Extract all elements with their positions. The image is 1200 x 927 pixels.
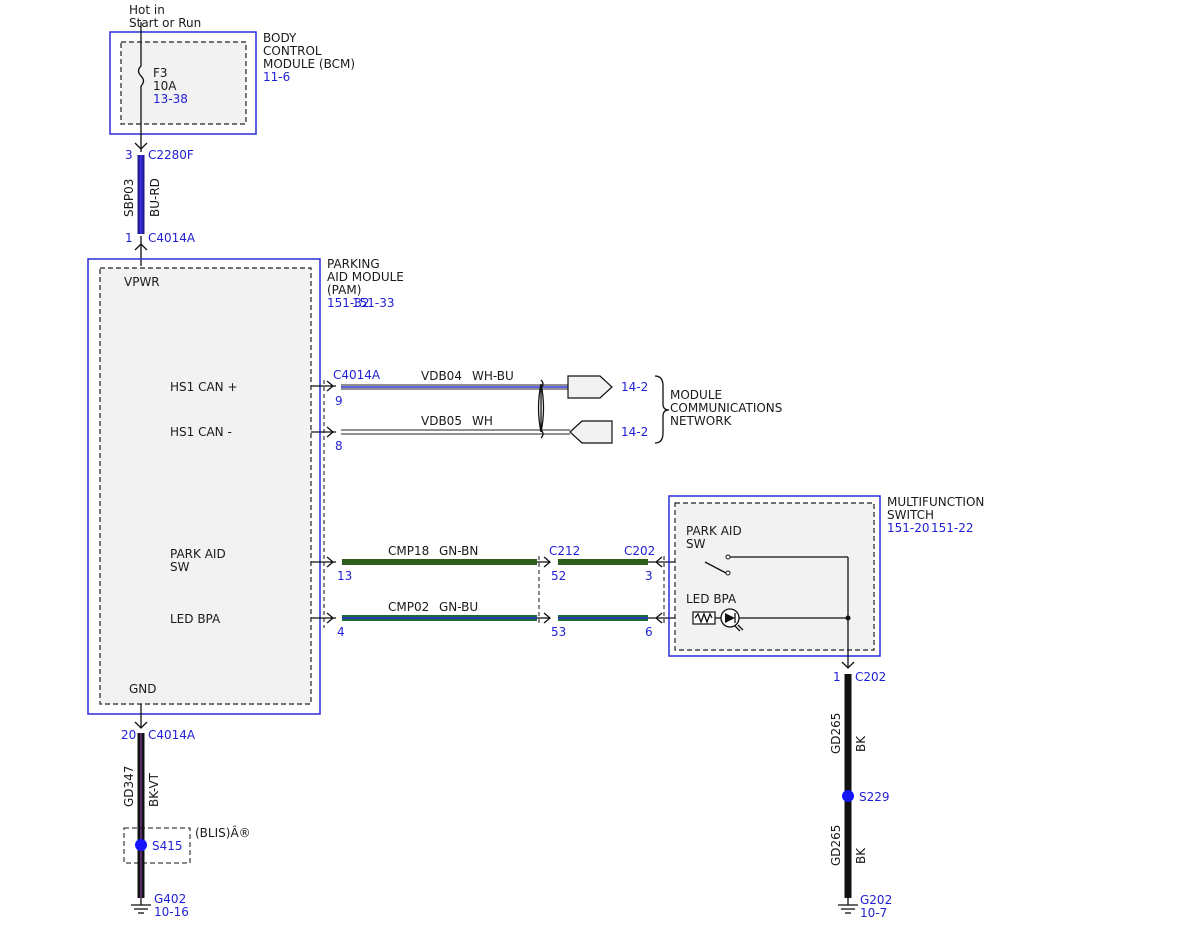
circuit-vdb05: VDB05 <box>421 414 462 428</box>
bcm-ref[interactable]: 11-6 <box>263 70 290 84</box>
fuse-name: F3 <box>153 66 168 80</box>
pin-13-label: 13 <box>337 569 352 583</box>
pam-name-1: PARKING <box>327 257 380 271</box>
vdb05-page-connector-icon <box>569 420 613 444</box>
pam-name-2: AID MODULE <box>327 270 404 284</box>
circuit-sbp03: SBP03 <box>122 179 136 217</box>
mfs-name-1: MULTIFUNCTION <box>887 495 984 509</box>
wire-cmp02: 4 CMP02 GN-BU 53 6 <box>337 556 693 639</box>
mfs-ref-1[interactable]: 151-20 <box>887 521 930 535</box>
pin-20-label: 20 <box>121 728 136 742</box>
color-bk-lower: BK <box>854 847 868 864</box>
color-bk-upper: BK <box>854 735 868 752</box>
circuit-cmp02: CMP02 <box>388 600 429 614</box>
connector-c4014a-ground: C4014A <box>148 728 196 742</box>
hs1-can-minus-label: HS1 CAN - <box>170 425 232 439</box>
connector-c4014a-top: C4014A <box>148 231 196 245</box>
hot-in-label: Hot in <box>129 3 165 17</box>
ground-g202-ref[interactable]: 10-7 <box>860 906 887 920</box>
bcm-name-1: BODY <box>263 31 297 45</box>
network-brace <box>654 375 670 444</box>
pin-8-label: 8 <box>335 439 343 453</box>
pin-4-label: 4 <box>337 625 345 639</box>
vpwr-label: VPWR <box>124 275 160 289</box>
color-bu-rd: BU-RD <box>148 178 162 217</box>
pam-led-bpa-label: LED BPA <box>170 612 221 626</box>
ground-g402-ref[interactable]: 10-16 <box>154 905 189 919</box>
bcm-name-3: MODULE (BCM) <box>263 57 355 71</box>
connector-c202-ground: C202 <box>855 670 886 684</box>
gnd-label: GND <box>129 682 157 696</box>
vdb04-page-connector-icon <box>567 375 613 399</box>
circuit-gd265-upper: GD265 <box>829 713 843 754</box>
splice-s415-label: S415 <box>152 839 183 853</box>
connector-c2280f: C2280F <box>148 148 194 162</box>
blis-option-label: (BLIS)Â® <box>195 825 251 840</box>
color-gn-bn: GN-BN <box>439 544 478 558</box>
connector-c202-switch: C202 <box>624 544 655 558</box>
connector-c4014a-can: C4014A <box>333 368 381 382</box>
pin-6-label: 6 <box>645 625 653 639</box>
color-gn-bu: GN-BU <box>439 600 478 614</box>
color-bk-vt: BK-VT <box>147 772 161 807</box>
splice-s415-dot <box>135 839 147 851</box>
wire-cmp18: 13 CMP18 GN-BN C212 52 C202 3 <box>337 544 705 583</box>
pin-52-label: 52 <box>551 569 566 583</box>
mfs-ref-2[interactable]: 151-22 <box>931 521 974 535</box>
network-label-2: COMMUNICATIONS <box>670 401 782 415</box>
circuit-cmp18: CMP18 <box>388 544 429 558</box>
pin-9-label: 9 <box>335 394 343 408</box>
hs1-can-plus-label: HS1 CAN + <box>170 380 238 394</box>
ground-g402-label: G402 <box>154 892 186 906</box>
mfs-name-2: SWITCH <box>887 508 934 522</box>
circuit-gd347: GD347 <box>122 766 136 807</box>
pam-park-aid-sw-2: SW <box>170 560 190 574</box>
ground-g202-label: G202 <box>860 893 892 907</box>
wire-gd347: 20 C4014A GD347 BK-VT (BLIS)Â® S415 G402… <box>121 704 251 919</box>
switch-contact-icon <box>725 554 731 560</box>
vdb04-ref[interactable]: 14-2 <box>621 380 648 394</box>
switch-contact-icon <box>725 570 731 576</box>
multifunction-switch: MULTIFUNCTION SWITCH 151-20 151-22 PARK … <box>668 495 984 669</box>
wire-gd265: 1 C202 GD265 BK S229 GD265 BK G202 10-7 <box>829 670 892 920</box>
mfs-park-aid-sw-2: SW <box>686 537 706 551</box>
connector-c212: C212 <box>549 544 580 558</box>
bcm-inner-box <box>120 41 247 125</box>
pam-park-aid-sw-1: PARK AID <box>170 547 226 561</box>
mfs-led-bpa-label: LED BPA <box>686 592 737 606</box>
pin-1-label: 1 <box>125 231 133 245</box>
splice-s229-label: S229 <box>859 790 890 804</box>
pin-53-label: 53 <box>551 625 566 639</box>
color-wh-bu: WH-BU <box>472 369 514 383</box>
pin-3-switch-label: 3 <box>645 569 653 583</box>
vdb05-ref[interactable]: 14-2 <box>621 425 648 439</box>
splice-s229-dot <box>842 790 854 802</box>
pin-3-label: 3 <box>125 148 133 162</box>
network-label-3: NETWORK <box>670 414 733 428</box>
circuit-vdb04: VDB04 <box>421 369 462 383</box>
circuit-gd265-lower: GD265 <box>829 825 843 866</box>
wiring-diagram: Hot in Start or Run BODY CONTROL MODULE … <box>87 3 984 920</box>
pin-1-c202-label: 1 <box>833 670 841 684</box>
pam-module: PARKING AID MODULE (PAM) 151-32 151-33 V… <box>87 257 404 715</box>
fuse-ref[interactable]: 13-38 <box>153 92 188 106</box>
can-network: C4014A 9 8 VDB04 WH-BU VDB05 WH 14-2 14-… <box>333 368 782 453</box>
start-or-run-label: Start or Run <box>129 16 201 30</box>
pam-inner-box <box>99 267 312 705</box>
wire-sbp03: 3 C2280F SBP03 BU-RD 1 C4014A <box>122 148 196 266</box>
pam-ref-2[interactable]: 151-33 <box>352 296 395 310</box>
network-label-1: MODULE <box>670 388 722 402</box>
fuse-rating: 10A <box>153 79 177 93</box>
junction-dot <box>845 615 851 621</box>
mfs-park-aid-sw-1: PARK AID <box>686 524 742 538</box>
color-wh: WH <box>472 414 493 428</box>
bcm-module: Hot in Start or Run BODY CONTROL MODULE … <box>109 3 355 152</box>
pam-name-3: (PAM) <box>327 283 361 297</box>
bcm-name-2: CONTROL <box>263 44 322 58</box>
